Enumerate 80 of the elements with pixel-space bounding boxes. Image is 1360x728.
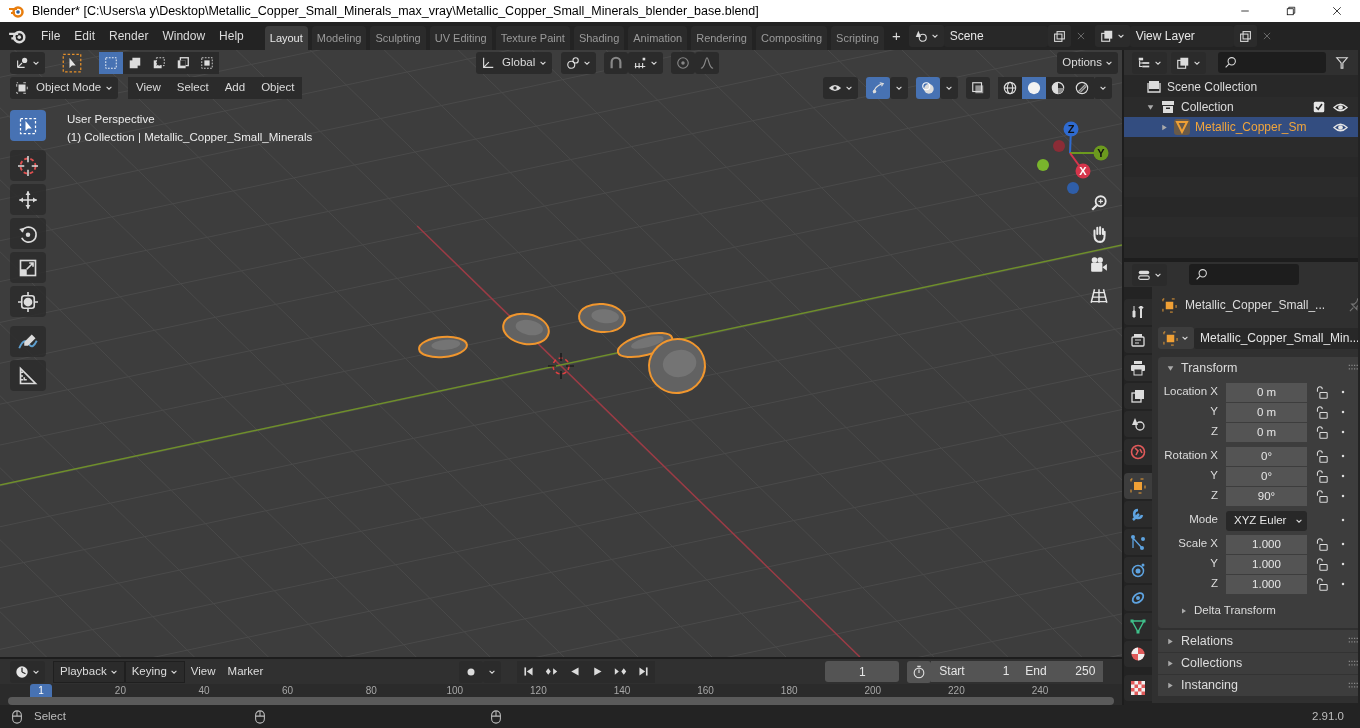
field-label: Rotation X xyxy=(1163,448,1219,464)
field-label: Z xyxy=(1209,576,1219,592)
field-label: Y xyxy=(1209,468,1219,484)
frame-number: 140 xyxy=(613,684,631,697)
status-action: Select xyxy=(34,708,66,724)
add-workspace-button[interactable]: + xyxy=(887,22,905,50)
number-field[interactable]: 1.000 xyxy=(1226,534,1307,554)
workspace-tab[interactable]: Sculpting xyxy=(370,26,426,50)
frame-number: 60 xyxy=(282,684,294,697)
field-label: Z xyxy=(1209,488,1219,504)
frame-number: 120 xyxy=(530,684,547,697)
version-label: 2.91.0 xyxy=(1312,708,1344,724)
start-frame-field[interactable]: Start 1 xyxy=(931,660,1018,682)
field-label: Location X xyxy=(1162,384,1219,400)
workspace-tab[interactable]: Layout xyxy=(264,26,308,50)
workspace-tab[interactable]: Scripting xyxy=(831,26,884,50)
current-frame-marker[interactable]: 1 xyxy=(30,684,52,697)
menu-item[interactable]: Playback xyxy=(53,660,125,683)
number-field[interactable]: 0 m xyxy=(1226,382,1307,402)
number-field[interactable]: 1.000 xyxy=(1226,574,1307,594)
frame-number: 180 xyxy=(780,684,798,697)
subpanel-header[interactable]: Delta Transform xyxy=(1158,600,1358,622)
number-field[interactable]: 1.000 xyxy=(1226,554,1307,574)
menu-item[interactable]: Marker xyxy=(221,660,270,683)
current-frame-field[interactable]: 1 xyxy=(825,661,900,682)
number-field[interactable]: 0° xyxy=(1226,446,1307,466)
frame-number: 240 xyxy=(1031,684,1049,697)
field-label: Scale X xyxy=(1177,536,1219,552)
options-dropdown[interactable]: Options xyxy=(1057,51,1118,74)
end-frame-field[interactable]: End 250 xyxy=(1017,660,1104,682)
panel-header[interactable]: Relations xyxy=(1158,630,1358,652)
field-label: Z xyxy=(1209,424,1219,440)
axis-handle[interactable]: X xyxy=(1075,163,1091,179)
menu-item[interactable]: File xyxy=(34,27,68,45)
frame-number: 80 xyxy=(365,684,377,697)
workspace-tab[interactable]: Animation xyxy=(628,26,688,50)
workspace-tab[interactable]: Compositing xyxy=(755,26,828,50)
frame-number: 20 xyxy=(114,684,126,697)
menu-item[interactable]: Render xyxy=(102,27,156,45)
number-field[interactable]: 0 m xyxy=(1226,422,1307,442)
panel-header[interactable]: Instancing xyxy=(1158,674,1358,696)
workspace-tab[interactable]: UV Editing xyxy=(429,26,492,50)
outliner-item[interactable]: Metallic_Copper_Sm xyxy=(1124,117,1358,137)
menu-item[interactable]: View xyxy=(184,660,222,683)
menu-item[interactable]: Edit xyxy=(67,27,103,45)
number-field[interactable]: 90° xyxy=(1226,486,1307,506)
workspace-tab[interactable]: Modeling xyxy=(311,26,367,50)
number-field[interactable]: 0 m xyxy=(1226,402,1307,422)
field-label: Mode xyxy=(1188,512,1219,528)
panel-header[interactable]: Transform xyxy=(1158,357,1358,379)
menu-item[interactable]: Window xyxy=(155,27,213,45)
number-field[interactable]: 0° xyxy=(1226,466,1307,486)
field-label: Y xyxy=(1209,404,1219,420)
frame-number: 200 xyxy=(864,684,882,697)
menu-item[interactable]: Help xyxy=(212,27,251,45)
menu-item[interactable]: View xyxy=(128,76,169,99)
scene-field[interactable]: Scene xyxy=(943,25,1048,47)
workspace-tab[interactable]: Shading xyxy=(573,26,625,50)
orientation-dropdown[interactable]: Global xyxy=(476,51,552,74)
axis-handle[interactable]: Y xyxy=(1093,145,1109,161)
frame-number: 220 xyxy=(948,684,965,697)
workspace-tab[interactable]: Rendering xyxy=(691,26,752,50)
frame-number: 160 xyxy=(697,684,714,697)
axis-handle[interactable]: Z xyxy=(1063,121,1079,137)
window-title: Blender* [C:\Users\a y\Desktop\Metallic_Copper_Small_Minerals_max_vray\Metallic_Copper_Small_Minerals_blender_base.blend] xyxy=(32,2,760,20)
frame-number: 100 xyxy=(446,684,464,697)
workspace-tab[interactable]: Texture Paint xyxy=(495,26,570,50)
mode-dropdown[interactable]: XYZ Euler xyxy=(1226,510,1307,531)
frame-number: 40 xyxy=(198,684,210,697)
object-name: Metallic_Copper_Small_... xyxy=(1185,297,1326,314)
menu-item[interactable]: Object xyxy=(253,76,303,99)
panel-header[interactable]: Collections xyxy=(1158,652,1358,674)
context-label: (1) Collection | Metallic_Copper_Small_Minerals xyxy=(67,130,313,145)
view-perspective-label: User Perspective xyxy=(67,112,156,127)
view-layer-field[interactable]: View Layer xyxy=(1129,25,1234,47)
mode-dropdown[interactable]: Object Mode xyxy=(10,76,118,99)
menu-item[interactable]: Keying xyxy=(124,660,185,683)
field-label: Y xyxy=(1209,556,1219,572)
object-name-field[interactable]: Metallic_Copper_Small_Min... xyxy=(1194,327,1358,349)
outliner-item[interactable]: Scene Collection xyxy=(1124,77,1358,97)
